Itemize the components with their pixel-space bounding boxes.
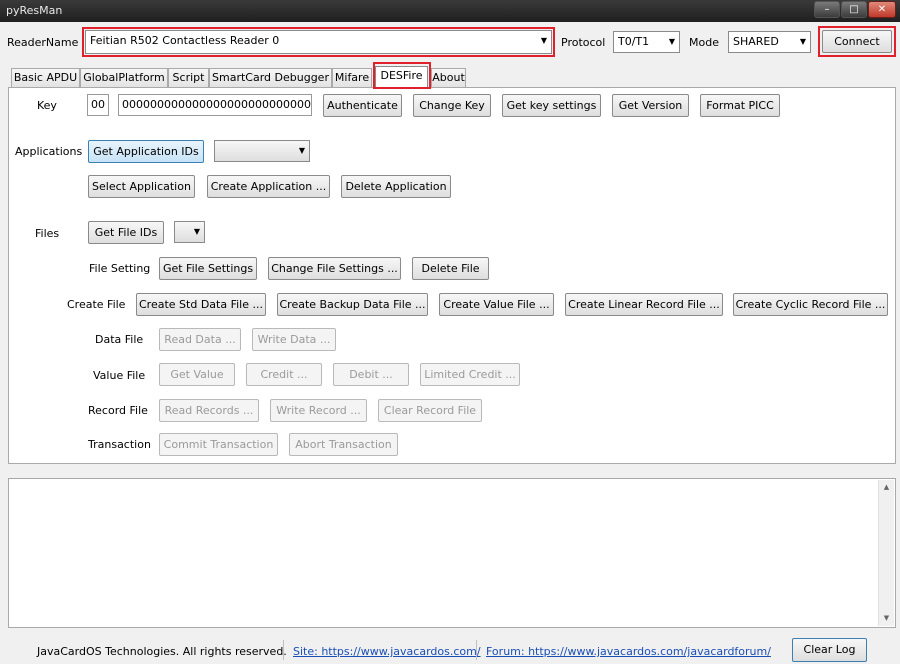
clear-log-button[interactable]: Clear Log bbox=[792, 638, 867, 662]
desfire-tab-highlight bbox=[373, 62, 431, 89]
get-value-button[interactable]: Get Value bbox=[159, 363, 235, 386]
select-application-button[interactable]: Select Application bbox=[88, 175, 195, 198]
divider bbox=[10, 209, 888, 210]
protocol-select-value: T0/T1 bbox=[618, 35, 650, 48]
tab-script[interactable]: Script bbox=[168, 68, 209, 87]
chevron-down-icon: ▼ bbox=[298, 146, 305, 155]
get-file-settings-button[interactable]: Get File Settings bbox=[159, 257, 257, 280]
get-key-settings-button[interactable]: Get key settings bbox=[502, 94, 601, 117]
read-records-button[interactable]: Read Records ... bbox=[159, 399, 259, 422]
divider bbox=[10, 127, 888, 128]
divider bbox=[476, 640, 477, 660]
transaction-label: Transaction bbox=[88, 438, 151, 451]
format-picc-button[interactable]: Format PICC bbox=[700, 94, 780, 117]
create-backup-data-file-button[interactable]: Create Backup Data File ... bbox=[277, 293, 428, 316]
protocol-label: Protocol bbox=[561, 36, 606, 49]
file-select[interactable]: ▼ bbox=[174, 221, 205, 243]
create-value-file-button[interactable]: Create Value File ... bbox=[439, 293, 554, 316]
clear-record-file-button[interactable]: Clear Record File bbox=[378, 399, 482, 422]
chevron-down-icon: ▼ bbox=[668, 37, 675, 46]
create-linear-record-file-button[interactable]: Create Linear Record File ... bbox=[565, 293, 723, 316]
close-button[interactable]: ✕ bbox=[868, 1, 896, 18]
divider bbox=[283, 640, 284, 660]
chevron-down-icon: ▼ bbox=[799, 37, 806, 46]
create-file-label: Create File bbox=[67, 298, 126, 311]
mode-select[interactable]: SHARED ▼ bbox=[728, 31, 811, 53]
mode-label: Mode bbox=[689, 36, 719, 49]
application-select[interactable]: ▼ bbox=[214, 140, 310, 162]
log-scrollbar[interactable]: ▲ ▼ bbox=[878, 480, 894, 626]
forum-link[interactable]: Forum: https://www.javacardos.com/javaca… bbox=[486, 645, 771, 658]
authenticate-button[interactable]: Authenticate bbox=[323, 94, 402, 117]
site-link[interactable]: Site: https://www.javacardos.com/ bbox=[293, 645, 481, 658]
chevron-down-icon: ▼ bbox=[193, 227, 200, 236]
files-label: Files bbox=[35, 227, 60, 240]
minimize-button[interactable]: – bbox=[814, 1, 840, 18]
create-cyclic-record-file-button[interactable]: Create Cyclic Record File ... bbox=[733, 293, 888, 316]
change-key-button[interactable]: Change Key bbox=[413, 94, 491, 117]
key-label: Key bbox=[37, 99, 57, 112]
scroll-up-icon[interactable]: ▲ bbox=[879, 480, 894, 495]
connect-button[interactable]: Connect bbox=[822, 30, 892, 53]
limited-credit-button[interactable]: Limited Credit ... bbox=[420, 363, 520, 386]
key-value-field[interactable]: 00000000000000000000000000000000 bbox=[118, 94, 312, 116]
key-number-field[interactable]: 00 bbox=[87, 94, 109, 116]
tab-smartcard-debugger[interactable]: SmartCard Debugger bbox=[209, 68, 332, 87]
get-file-ids-button[interactable]: Get File IDs bbox=[88, 221, 164, 244]
window-title: pyResMan bbox=[6, 4, 63, 17]
commit-transaction-button[interactable]: Commit Transaction bbox=[159, 433, 278, 456]
applications-label: Applications bbox=[15, 145, 83, 158]
tab-globalplatform[interactable]: GlobalPlatform bbox=[80, 68, 168, 87]
chevron-down-icon: ▼ bbox=[540, 36, 547, 45]
protocol-select[interactable]: T0/T1 ▼ bbox=[613, 31, 680, 53]
tab-about[interactable]: About bbox=[431, 68, 466, 87]
read-data-button[interactable]: Read Data ... bbox=[159, 328, 241, 351]
reader-select-value: Feitian R502 Contactless Reader 0 bbox=[90, 34, 280, 47]
value-file-label: Value File bbox=[93, 369, 146, 382]
log-area[interactable]: ▲ ▼ bbox=[8, 478, 896, 628]
tab-basic-apdu[interactable]: Basic APDU bbox=[11, 68, 80, 87]
copyright-text: JavaCardOS Technologies. All rights rese… bbox=[37, 645, 287, 658]
debit-button[interactable]: Debit ... bbox=[333, 363, 409, 386]
get-version-button[interactable]: Get Version bbox=[612, 94, 689, 117]
tab-mifare[interactable]: Mifare bbox=[332, 68, 372, 87]
data-file-label: Data File bbox=[95, 333, 144, 346]
get-application-ids-button[interactable]: Get Application IDs bbox=[88, 140, 204, 163]
file-setting-label: File Setting bbox=[89, 262, 151, 275]
reader-name-label: ReaderName bbox=[7, 36, 79, 49]
credit-button[interactable]: Credit ... bbox=[246, 363, 322, 386]
record-file-label: Record File bbox=[88, 404, 148, 417]
scroll-down-icon[interactable]: ▼ bbox=[879, 611, 894, 626]
write-data-button[interactable]: Write Data ... bbox=[252, 328, 336, 351]
mode-select-value: SHARED bbox=[733, 35, 779, 48]
abort-transaction-button[interactable]: Abort Transaction bbox=[289, 433, 398, 456]
create-std-data-file-button[interactable]: Create Std Data File ... bbox=[136, 293, 266, 316]
delete-file-button[interactable]: Delete File bbox=[412, 257, 489, 280]
change-file-settings-button[interactable]: Change File Settings ... bbox=[268, 257, 401, 280]
create-application-button[interactable]: Create Application ... bbox=[207, 175, 330, 198]
delete-application-button[interactable]: Delete Application bbox=[341, 175, 451, 198]
maximize-button[interactable]: □ bbox=[841, 1, 867, 18]
title-bar: pyResMan – □ ✕ bbox=[0, 0, 900, 22]
reader-select[interactable]: Feitian R502 Contactless Reader 0 ▼ bbox=[85, 30, 552, 54]
write-record-button[interactable]: Write Record ... bbox=[270, 399, 367, 422]
